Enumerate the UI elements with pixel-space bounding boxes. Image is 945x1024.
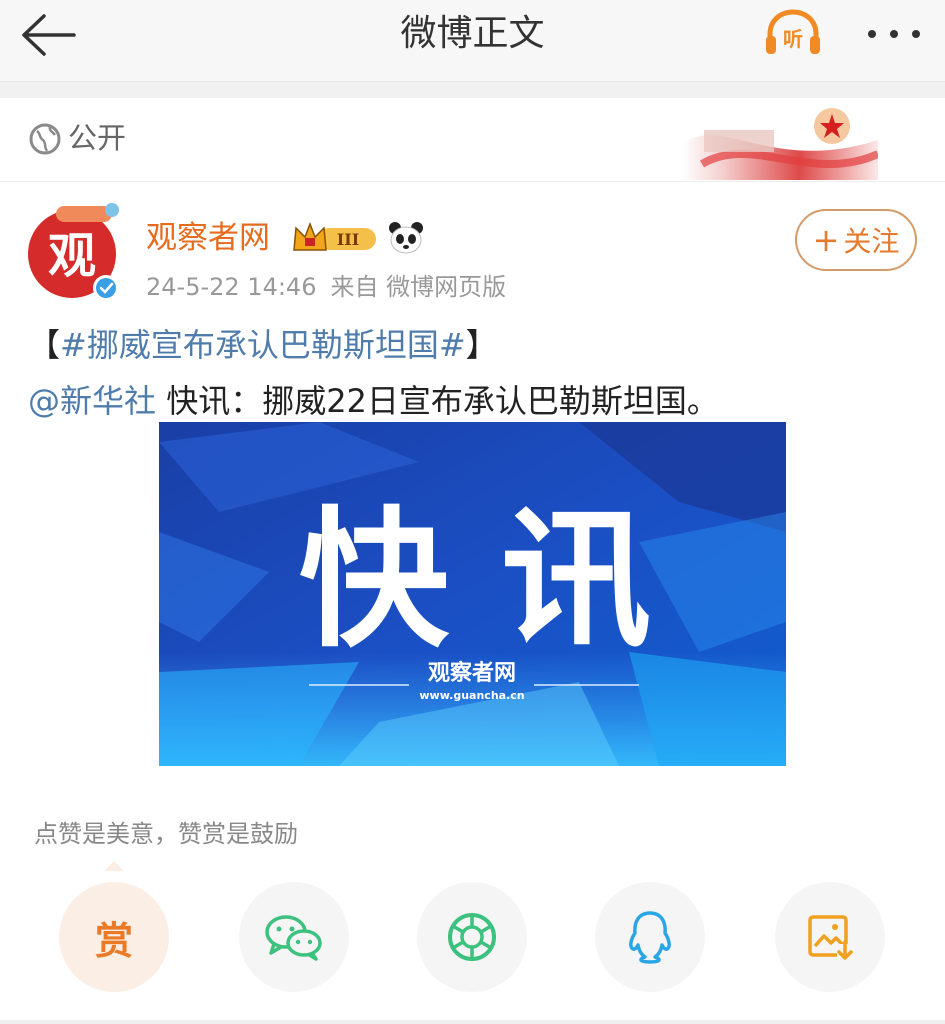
top-bar: 微博正文 听 xyxy=(0,0,945,82)
follow-label: 关注 xyxy=(843,225,900,258)
post-meta: 24-5-22 14:46 来自 微博网页版 xyxy=(146,270,506,304)
bracket-open: 【 xyxy=(28,326,61,364)
bottom-divider xyxy=(0,1020,945,1024)
post-line-2: @新华社 快讯：挪威22日宣布承认巴勒斯坦国。 xyxy=(28,378,918,424)
moments-icon xyxy=(448,913,496,961)
reward-label: 赏 xyxy=(94,918,133,963)
post-text: 【#挪威宣布承认巴勒斯坦国#】 @新华社 快讯：挪威22日宣布承认巴勒斯坦国。 xyxy=(28,322,918,424)
share-qq-button[interactable] xyxy=(595,882,705,992)
save-image-icon xyxy=(808,915,853,960)
author-avatar[interactable]: 观 xyxy=(26,200,128,302)
post-image[interactable]: 快 讯 观察者网 www.guancha.cn xyxy=(159,422,786,766)
decorative-banner xyxy=(682,104,878,180)
badge-level: III xyxy=(337,230,359,249)
panda-icon xyxy=(389,222,423,254)
globe-icon xyxy=(29,123,61,155)
image-brand: 观察者网 xyxy=(428,660,516,686)
post-source: 来自 微博网页版 xyxy=(330,273,507,301)
plus-icon: + xyxy=(812,221,840,259)
more-options-icon[interactable] xyxy=(864,14,924,54)
post-line-1: 【#挪威宣布承认巴勒斯坦国#】 xyxy=(28,322,918,368)
mention-link[interactable]: @新华社 xyxy=(28,382,156,420)
image-url: www.guancha.cn xyxy=(419,689,524,702)
share-moments-button[interactable] xyxy=(417,882,527,992)
follow-button[interactable]: + 关注 xyxy=(795,209,917,271)
bracket-close: 】 xyxy=(465,326,498,364)
image-headline: 快 讯 xyxy=(299,494,651,668)
wechat-icon xyxy=(265,915,322,961)
reward-hint: 点赞是美意，赞赏是鼓励 xyxy=(34,820,298,848)
share-wechat-button[interactable] xyxy=(239,882,349,992)
back-arrow-icon[interactable] xyxy=(18,10,80,60)
section-divider xyxy=(0,82,945,98)
post-body-text: 快讯：挪威22日宣布承认巴勒斯坦国。 xyxy=(156,382,719,420)
visibility-label: 公开 xyxy=(68,121,127,155)
listen-label: 听 xyxy=(783,27,803,51)
reward-button[interactable]: 赏 xyxy=(59,882,169,992)
crown-badge-icon: III xyxy=(293,221,376,251)
avatar-text: 观 xyxy=(48,228,96,284)
listen-audio-icon[interactable]: 听 xyxy=(762,8,824,58)
post-time: 24-5-22 14:46 xyxy=(146,273,317,301)
qq-icon xyxy=(629,911,671,964)
hint-caret xyxy=(104,861,124,871)
author-name[interactable]: 观察者网 xyxy=(146,218,270,258)
save-image-button[interactable] xyxy=(775,882,885,992)
topic-link[interactable]: #挪威宣布承认巴勒斯坦国# xyxy=(60,326,466,364)
